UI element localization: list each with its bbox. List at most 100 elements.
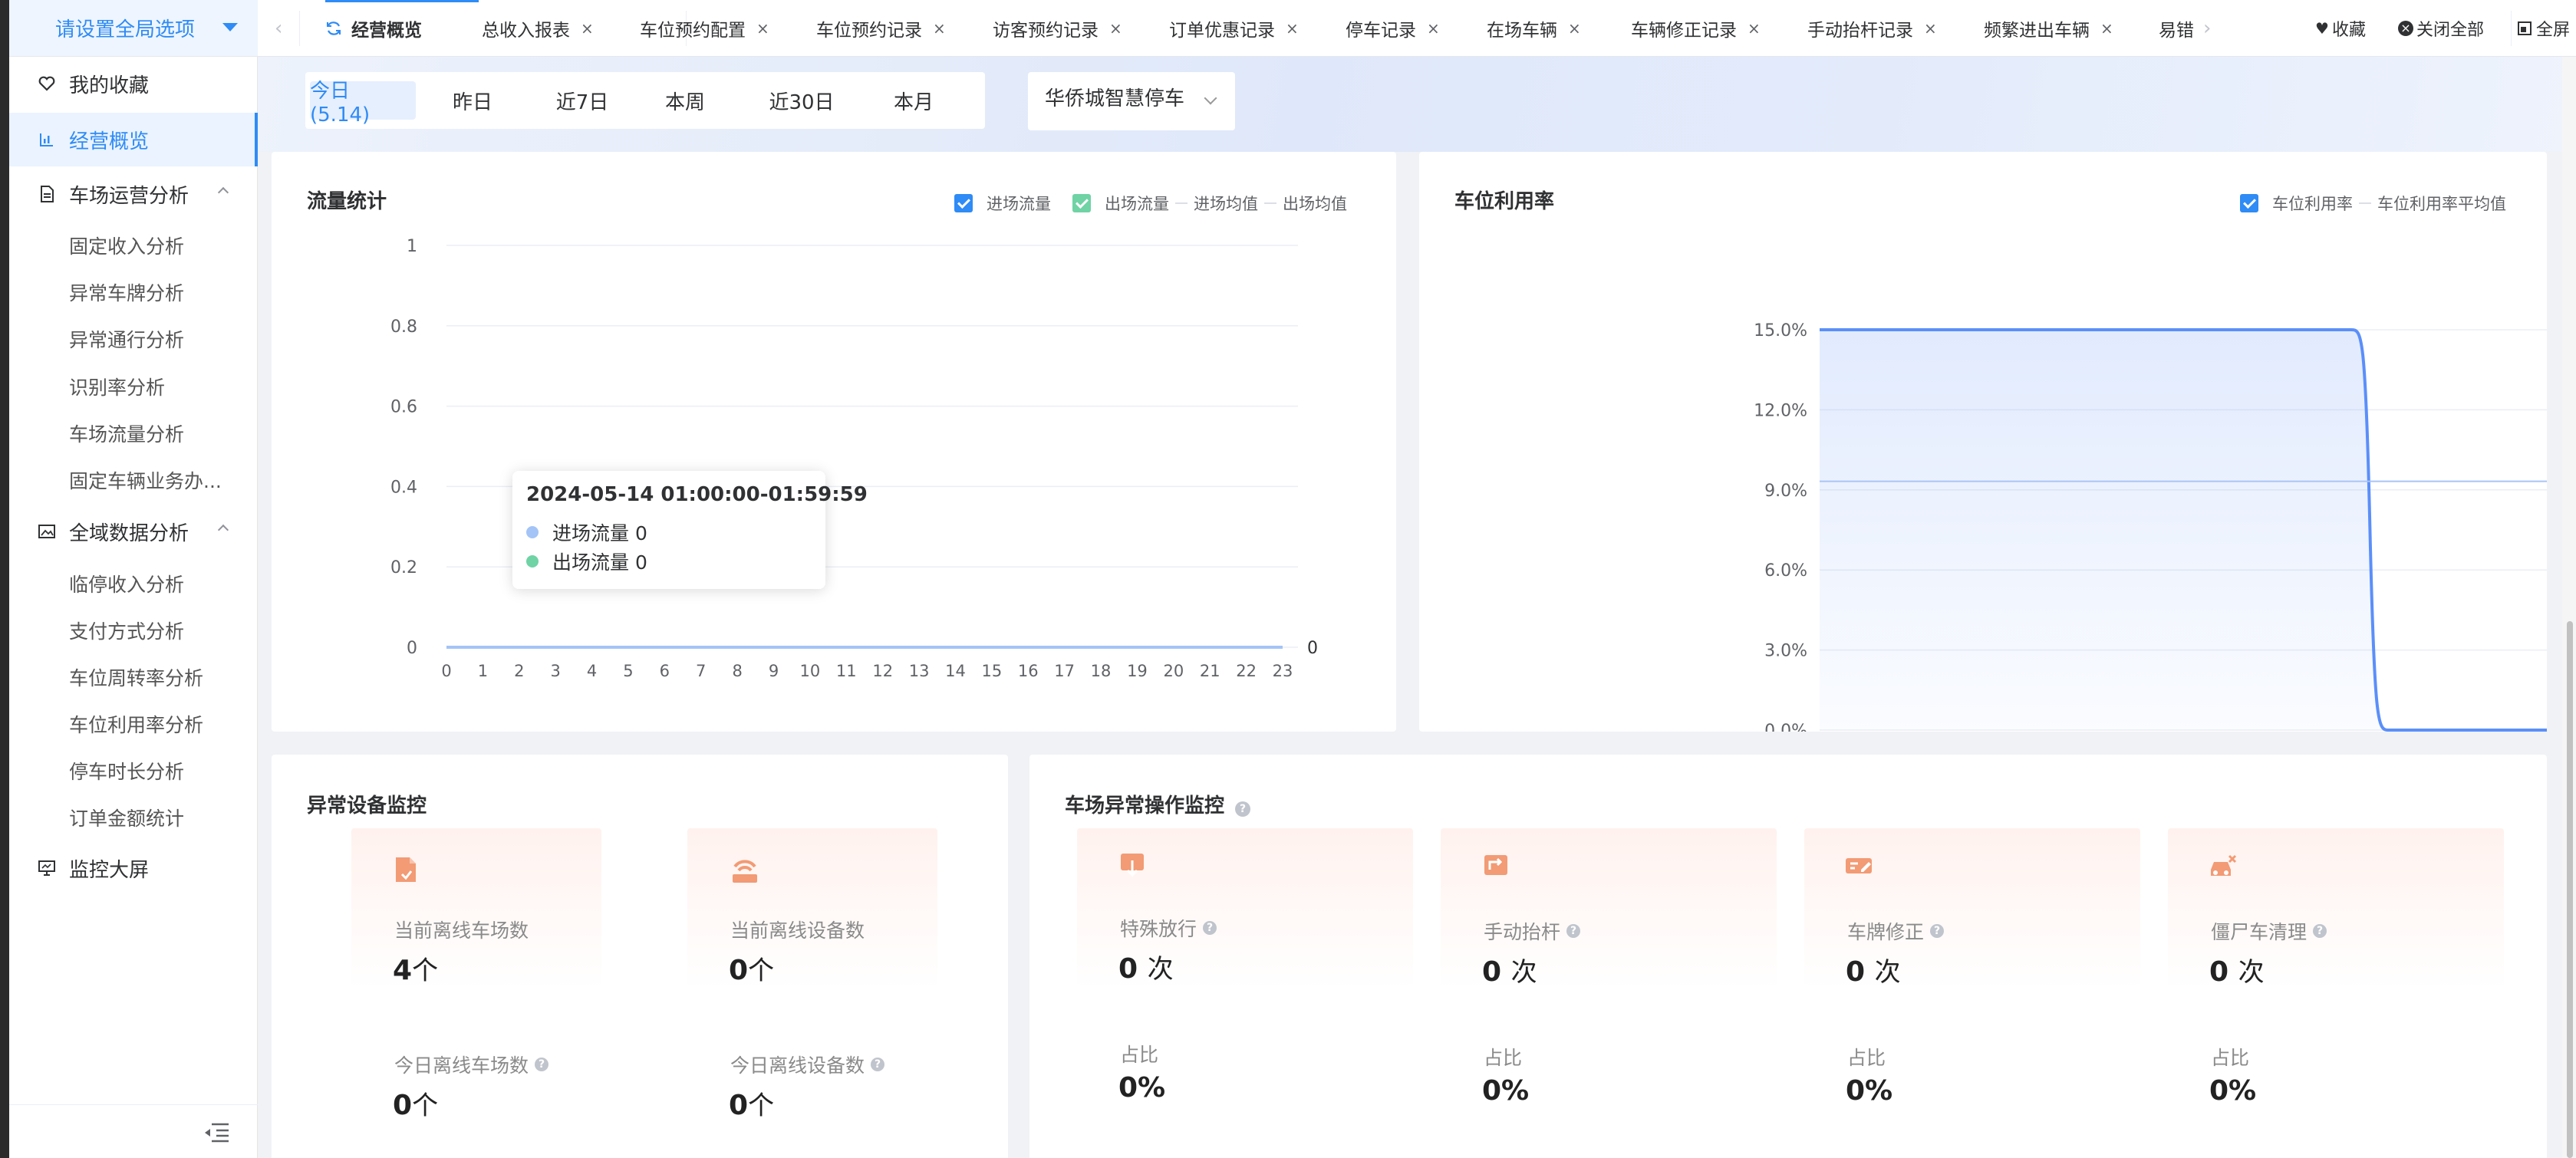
- x-tick-label: 2: [514, 662, 524, 680]
- help-icon[interactable]: ?: [1203, 921, 1217, 935]
- close-icon[interactable]: ×: [581, 19, 594, 38]
- tab-visitor-reservations[interactable]: 访客预约记录 ×: [993, 0, 1122, 57]
- tab-revenue-report[interactable]: 总收入报表 ×: [482, 0, 594, 57]
- global-options-select[interactable]: 请设置全局选项: [9, 0, 258, 57]
- sidebar-subitem[interactable]: 车场流量分析: [69, 419, 184, 447]
- metric-label: 当前离线车场数: [394, 919, 529, 942]
- sidebar-subitem[interactable]: 车位利用率分析: [69, 710, 203, 738]
- close-icon[interactable]: ×: [1109, 19, 1122, 38]
- help-icon[interactable]: ?: [1235, 801, 1251, 817]
- tab-scroll-right[interactable]: ›: [2203, 0, 2211, 57]
- sidebar-subitem[interactable]: 固定车辆业务办...: [69, 466, 222, 494]
- space-utilization-card: 车位利用率 车位利用率 车位利用率平均值 0.0% 3.0% 6.0% 9.0% 12.…: [1419, 152, 2547, 732]
- range-yesterday-button[interactable]: 昨日: [434, 81, 511, 120]
- favorite-button[interactable]: ♥ 收藏: [2315, 0, 2366, 57]
- close-icon[interactable]: ×: [756, 19, 769, 38]
- tab-frequent-vehicles[interactable]: 频繁进出车辆 ×: [1984, 0, 2113, 57]
- close-icon[interactable]: ×: [1568, 19, 1581, 38]
- close-icon[interactable]: ×: [1924, 19, 1937, 38]
- metric-label-text: 今日离线设备数: [730, 1054, 865, 1077]
- ratio-label: 占比: [1120, 1044, 1159, 1066]
- tab-scroll-left[interactable]: ‹: [275, 0, 282, 57]
- sidebar-item-label: 车场运营分析: [69, 184, 189, 208]
- range-7days-button[interactable]: 近7日: [540, 81, 624, 120]
- flow-chart[interactable]: 00.20.40.60.810 1 2 3 4 5 6 7 8 9 10 11 12 13 14 15 16 17…: [272, 152, 1396, 732]
- close-icon[interactable]: ×: [1748, 19, 1761, 38]
- sidebar-subitem[interactable]: 异常通行分析: [69, 325, 184, 353]
- tab-order-discounts[interactable]: 订单优惠记录 ×: [1169, 0, 1299, 57]
- card-title: 车场异常操作监控?: [1065, 790, 1251, 818]
- ops-number: 0: [2209, 956, 2229, 988]
- parking-lot-value: 华侨城智慧停车: [1045, 87, 1185, 110]
- range-30days-button[interactable]: 近30日: [752, 81, 852, 120]
- metric-value: 0个: [729, 949, 774, 987]
- sidebar-subitem[interactable]: 识别率分析: [69, 373, 165, 400]
- y-tick-label: 0.4: [390, 478, 417, 497]
- close-icon[interactable]: ×: [933, 19, 946, 38]
- utilization-chart[interactable]: 0.0%3.0%6.0%9.0%12.0%15.0%01234567891011…: [1419, 152, 2547, 732]
- sidebar-item-monitor[interactable]: 监控大屏: [9, 841, 258, 895]
- ops-label: 僵尸车清理?: [2211, 917, 2327, 945]
- ops-label-text: 特殊放行: [1120, 918, 1197, 940]
- sidebar-footer: [9, 1104, 258, 1158]
- monitor-icon: [38, 860, 55, 877]
- tab-parking-records[interactable]: 停车记录 ×: [1346, 0, 1440, 57]
- ops-number: 0: [1118, 953, 1138, 985]
- x-tick-label: 15: [982, 662, 1003, 680]
- help-icon[interactable]: ?: [871, 1058, 885, 1071]
- sidebar-subitem[interactable]: 支付方式分析: [69, 617, 184, 644]
- window-edge: [0, 0, 9, 1158]
- device-monitor-card: 异常设备监控 当前离线车场数 4个 当前离线设备数 0个 今日离线车场数? 0个…: [272, 755, 1008, 1158]
- range-this-month-button[interactable]: 本月: [871, 81, 956, 120]
- scrollbar-thumb[interactable]: [2567, 621, 2573, 1158]
- y-tick-label: 0.8: [390, 317, 417, 337]
- sidebar-group-operations[interactable]: 车场运营分析: [9, 167, 258, 221]
- sidebar-subitem[interactable]: 车位周转率分析: [69, 663, 203, 691]
- tooltip-row-in: 进场流量 0: [526, 518, 647, 546]
- close-circle-icon: ×: [2398, 21, 2413, 36]
- help-icon[interactable]: ?: [535, 1058, 549, 1071]
- close-icon[interactable]: ×: [1286, 19, 1299, 38]
- help-icon[interactable]: ?: [1930, 924, 1945, 938]
- close-icon[interactable]: ×: [2100, 19, 2113, 38]
- sidebar-subitem[interactable]: 临停收入分析: [69, 570, 184, 597]
- x-tick-label: 16: [1018, 662, 1039, 680]
- y-tick-label: 0.2: [390, 558, 417, 577]
- sidebar-subitem[interactable]: 异常车牌分析: [69, 278, 184, 306]
- ratio-label: 占比: [1847, 1047, 1886, 1069]
- sidebar-item-overview[interactable]: 经营概览: [9, 113, 258, 166]
- tooltip-in-text: 进场流量 0: [552, 522, 647, 544]
- close-icon[interactable]: ×: [1427, 19, 1440, 38]
- refresh-icon[interactable]: [325, 20, 342, 37]
- ops-label-text: 手动抬杆: [1484, 921, 1561, 943]
- tab-vehicle-corrections[interactable]: 车辆修正记录 ×: [1631, 0, 1761, 57]
- sidebar-group-global[interactable]: 全域数据分析: [9, 505, 258, 558]
- range-today-button[interactable]: 今日 (5.14): [310, 80, 416, 127]
- tab-manual-lift-records[interactable]: 手动抬杆记录 ×: [1807, 0, 1937, 57]
- x-tick-label: 18: [1091, 662, 1112, 680]
- ops-label-text: 车牌修正: [1847, 921, 1925, 943]
- sidebar-subitem[interactable]: 停车时长分析: [69, 757, 184, 785]
- help-icon[interactable]: ?: [2313, 924, 2327, 938]
- x-tick-label: 9: [769, 662, 779, 680]
- x-tick-label: 14: [945, 662, 966, 680]
- tab-reservation-config[interactable]: 车位预约配置 ×: [640, 0, 769, 57]
- close-all-button[interactable]: × 关闭全部: [2398, 0, 2484, 57]
- sidebar-subitem[interactable]: 固定收入分析: [69, 232, 184, 259]
- help-icon[interactable]: ?: [1566, 924, 1581, 938]
- tab-reservation-records[interactable]: 车位预约记录 ×: [816, 0, 946, 57]
- x-tick-label: 3: [550, 662, 560, 680]
- sidebar-subitem[interactable]: 订单金额统计: [69, 804, 184, 831]
- collapse-menu-icon[interactable]: [203, 1122, 230, 1143]
- tab-overview[interactable]: 经营概览: [325, 0, 479, 57]
- ops-number: 0: [1846, 956, 1866, 988]
- x-tick-label: 0: [441, 662, 451, 680]
- tab-error-prone[interactable]: 易错: [2159, 0, 2194, 57]
- tab-vehicles-on-site[interactable]: 在场车辆 ×: [1487, 0, 1581, 57]
- sidebar-item-favorites[interactable]: 我的收藏: [9, 57, 258, 110]
- parking-lot-select[interactable]: 华侨城智慧停车: [1028, 72, 1235, 130]
- range-this-week-button[interactable]: 本周: [643, 81, 727, 120]
- fullscreen-button[interactable]: 全屏: [2518, 0, 2570, 57]
- ops-value: 0 次: [1482, 951, 1537, 989]
- tab-label: 手动抬杆记录: [1807, 21, 1913, 41]
